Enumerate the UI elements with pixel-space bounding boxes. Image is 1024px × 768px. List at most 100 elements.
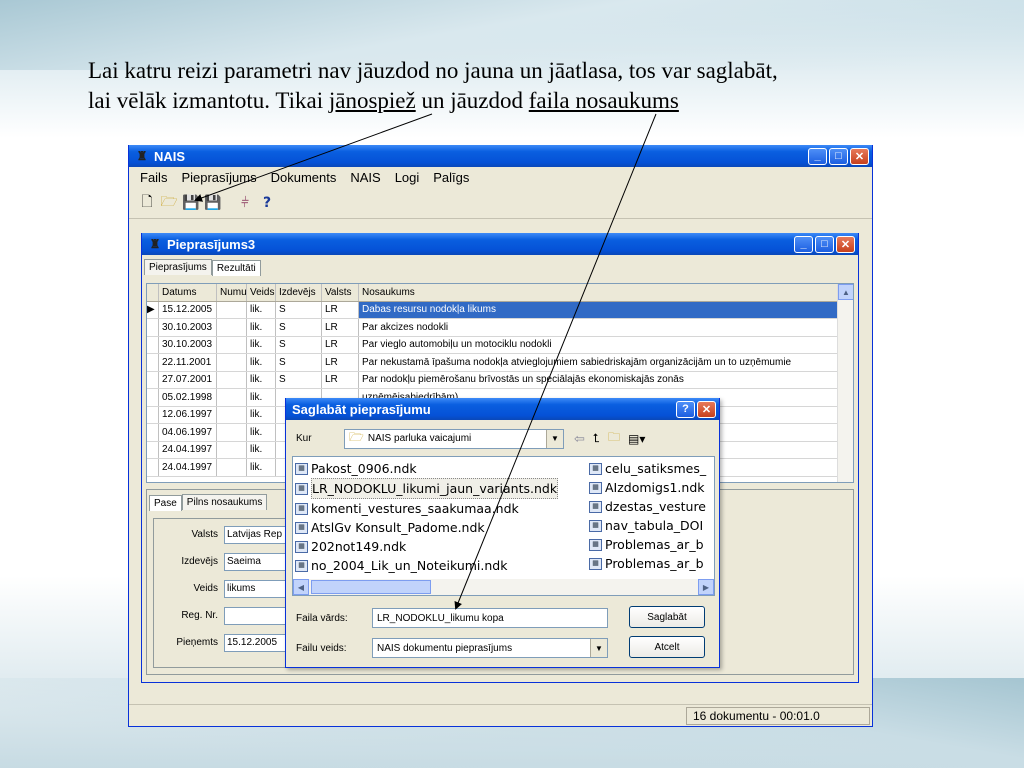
file-item[interactable]: ▦ celu_satiksmes_: [589, 459, 706, 478]
table-cell[interactable]: Par nekustamā īpašuma nodokļa atviegloju…: [359, 354, 853, 371]
menu-dokuments[interactable]: Dokuments: [264, 170, 344, 185]
view-menu-icon[interactable]: ▤▾: [628, 432, 645, 446]
table-cell[interactable]: LR: [322, 354, 359, 371]
table-cell[interactable]: [217, 354, 247, 371]
look-in-combo[interactable]: 🗁 NAIS parluka vaicajumi ▼: [344, 428, 564, 449]
table-cell[interactable]: LR: [322, 301, 359, 318]
table-cell[interactable]: 30.10.2003: [159, 319, 217, 336]
table-row[interactable]: 30.10.2003 lik. S LR Par akcizes nodokli: [147, 319, 853, 337]
table-cell[interactable]: S: [276, 301, 322, 318]
col-header-datums[interactable]: Datums: [159, 284, 217, 301]
table-cell[interactable]: [217, 424, 247, 441]
field-izdevejs[interactable]: Saeima: [224, 552, 288, 571]
table-row[interactable]: 22.11.2001 lik. S LR Par nekustamā īpašuma n…: [147, 354, 853, 372]
table-cell[interactable]: lik.: [247, 371, 276, 388]
scroll-left-icon[interactable]: ◀: [293, 579, 309, 595]
tab-rezultati[interactable]: Rezultāti: [211, 260, 261, 276]
table-row[interactable]: 27.07.2001 lik. S LR Par nodokļu piemērošanu…: [147, 371, 853, 389]
menu-pieprasijums[interactable]: Pieprasījums: [174, 170, 263, 185]
table-cell[interactable]: Dabas resursu nodokļa likums: [359, 301, 853, 318]
save-button[interactable]: Saglabāt: [629, 606, 705, 628]
file-item[interactable]: ▦ 202not149.ndk: [295, 537, 558, 556]
file-item[interactable]: ▦ Problemas_ar_b: [589, 554, 706, 573]
table-cell[interactable]: lik.: [247, 424, 276, 441]
menu-nais[interactable]: NAIS: [343, 170, 387, 185]
scroll-up-icon[interactable]: ▲: [838, 284, 853, 300]
menu-fails[interactable]: Fails: [133, 170, 174, 185]
scroll-thumb[interactable]: [311, 580, 431, 594]
help-icon[interactable]: ?: [257, 193, 277, 213]
filetype-combo[interactable]: NAIS dokumentu pieprasījums ▼: [372, 638, 608, 658]
cancel-button[interactable]: Atcelt: [629, 636, 705, 658]
child-minimize-button[interactable]: _: [794, 235, 813, 253]
file-item[interactable]: ▦ AtslGv Konsult_Padome.ndk: [295, 518, 558, 537]
dialog-titlebar[interactable]: Saglabāt pieprasījumu ? ✕: [286, 398, 719, 420]
file-item[interactable]: ▦ komenti_vestures_saakumaa.ndk: [295, 499, 558, 518]
file-item[interactable]: ▦ Problemas_ar_b: [589, 535, 706, 554]
table-cell[interactable]: [217, 371, 247, 388]
col-header-izdevejs[interactable]: Izdevējs: [276, 284, 322, 301]
field-pienemts[interactable]: 15.12.2005: [224, 633, 288, 652]
table-cell[interactable]: 24.04.1997: [159, 441, 217, 458]
table-cell[interactable]: 22.11.2001: [159, 354, 217, 371]
table-cell[interactable]: S: [276, 336, 322, 353]
scroll-right-icon[interactable]: ▶: [698, 579, 714, 595]
field-valsts[interactable]: Latvijas Rep: [224, 525, 288, 544]
table-cell[interactable]: 12.06.1997: [159, 406, 217, 423]
table-cell[interactable]: lik.: [247, 406, 276, 423]
file-item[interactable]: ▦ nav_tabula_DOI: [589, 516, 706, 535]
table-cell[interactable]: lik.: [247, 301, 276, 318]
open-folder-icon[interactable]: 🗁: [159, 193, 179, 213]
col-header-numurs[interactable]: Numu: [217, 284, 247, 301]
table-row[interactable]: ▶ 15.12.2005 lik. S LR Dabas resursu nodokļa …: [147, 301, 853, 319]
table-cell[interactable]: [217, 441, 247, 458]
table-cell[interactable]: Par akcizes nodokli: [359, 319, 853, 336]
table-cell[interactable]: LR: [322, 371, 359, 388]
table-cell[interactable]: [217, 301, 247, 318]
table-cell[interactable]: 30.10.2003: [159, 336, 217, 353]
grid-vertical-scrollbar[interactable]: ▲: [837, 284, 853, 482]
child-maximize-button[interactable]: □: [815, 235, 834, 253]
chevron-down-icon[interactable]: ▼: [546, 429, 563, 448]
table-cell[interactable]: [217, 389, 247, 406]
table-cell[interactable]: LR: [322, 319, 359, 336]
close-button[interactable]: ✕: [850, 147, 869, 165]
query-titlebar[interactable]: ♜ Pieprasījums3 _ □ ✕: [142, 233, 858, 255]
table-cell[interactable]: S: [276, 354, 322, 371]
back-icon[interactable]: ⇦: [574, 431, 585, 447]
main-titlebar[interactable]: ♜ NAIS _ □ ✕: [129, 145, 872, 167]
col-header-veids[interactable]: Veids: [247, 284, 276, 301]
table-cell[interactable]: LR: [322, 336, 359, 353]
table-cell[interactable]: 04.06.1997: [159, 424, 217, 441]
file-item[interactable]: ▦ Pakost_0906.ndk: [295, 459, 558, 478]
child-close-button[interactable]: ✕: [836, 235, 855, 253]
save-icon[interactable]: 💾: [181, 193, 201, 213]
maximize-button[interactable]: □: [829, 147, 848, 165]
file-list-horizontal-scrollbar[interactable]: ◀ ▶: [293, 579, 714, 595]
menu-logi[interactable]: Logi: [388, 170, 427, 185]
table-cell[interactable]: 24.04.1997: [159, 459, 217, 476]
table-cell[interactable]: [217, 459, 247, 476]
tab-pilns-nosaukums[interactable]: Pilns nosaukums: [181, 494, 268, 510]
filename-input[interactable]: LR_NODOKLU_likumu kopa: [372, 608, 608, 628]
table-cell[interactable]: lik.: [247, 336, 276, 353]
dialog-close-button[interactable]: ✕: [697, 400, 716, 418]
col-header-nosaukums[interactable]: Nosaukums: [359, 284, 853, 301]
new-folder-icon[interactable]: 🗀: [608, 428, 620, 449]
table-cell[interactable]: 15.12.2005: [159, 301, 217, 318]
table-cell[interactable]: lik.: [247, 441, 276, 458]
table-row[interactable]: 30.10.2003 lik. S LR Par vieglo automobiļu u…: [147, 336, 853, 354]
table-cell[interactable]: Par nodokļu piemērošanu brīvostās un spe…: [359, 371, 853, 388]
table-cell[interactable]: lik.: [247, 459, 276, 476]
tab-pieprasijums[interactable]: Pieprasījums: [144, 259, 212, 275]
table-cell[interactable]: lik.: [247, 319, 276, 336]
table-cell[interactable]: 27.07.2001: [159, 371, 217, 388]
field-veids[interactable]: likums: [224, 579, 288, 598]
minimize-button[interactable]: _: [808, 147, 827, 165]
table-cell[interactable]: S: [276, 371, 322, 388]
up-folder-icon[interactable]: ⮤: [593, 431, 600, 446]
table-cell[interactable]: S: [276, 319, 322, 336]
table-cell[interactable]: [217, 319, 247, 336]
tab-pase[interactable]: Pase: [149, 495, 182, 511]
file-item[interactable]: ▦ AIzdomigs1.ndk: [589, 478, 706, 497]
